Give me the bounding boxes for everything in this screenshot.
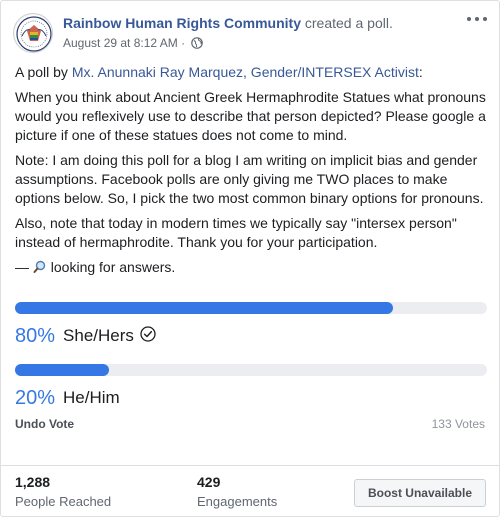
poll-option-he-him[interactable]: 20% He/Him (15, 364, 487, 416)
check-circle-icon (140, 325, 156, 347)
post-meta: August 29 at 8:12 AM · (63, 35, 204, 53)
meta-separator: · (177, 36, 189, 50)
attribution-suffix: : (418, 64, 423, 80)
signature-dash: — (15, 259, 33, 275)
poll-option-row[interactable]: 20% He/Him (15, 380, 487, 416)
poll-options: 80% She/Hers 20% He/Him (15, 302, 487, 416)
author-link[interactable]: Mx. Anunnaki Ray Marquez, Gender/INTERSE… (72, 64, 419, 80)
engagements-stat: 429 Engagements (197, 473, 277, 511)
engagements-label: Engagements (197, 494, 278, 509)
people-reached-stat: 1,288 People Reached (15, 473, 111, 511)
poll-attribution: A poll by Mx. Anunnaki Ray Marquez, Gend… (15, 63, 489, 82)
poll-bar-fill (15, 364, 110, 376)
post-card: Rainbow Human Rights Community created a… (0, 0, 500, 517)
signature-text: looking for answers. (46, 259, 176, 275)
page-seal-logo (15, 15, 52, 52)
post-timestamp[interactable]: August 29 at 8:12 AM (63, 36, 178, 50)
people-reached-label: People Reached (15, 494, 112, 509)
poll-bar-track[interactable] (15, 302, 487, 314)
engagements-value: 429 (197, 474, 221, 490)
signature-line: — looking for answers. (15, 258, 489, 279)
poll-option-percent: 20% (15, 386, 56, 409)
poll-question: When you think about Ancient Greek Herma… (15, 89, 486, 143)
post-header: Rainbow Human Rights Community created a… (13, 11, 487, 55)
vote-count[interactable]: 133 Votes (432, 415, 485, 433)
poll-option-label: She/Hers (63, 326, 134, 345)
poll-bar-track[interactable] (15, 364, 487, 376)
boost-unavailable-button[interactable]: Boost Unavailable (353, 479, 486, 507)
globe-icon[interactable] (191, 37, 204, 53)
poll-option-row[interactable]: 80% She/Hers (15, 318, 487, 354)
insights-divider (1, 465, 499, 466)
poll-option-percent: 80% (15, 324, 56, 347)
poll-footer: Undo Vote 133 Votes (15, 415, 485, 433)
poll-note: Note: I am doing this poll for a blog I … (15, 152, 484, 206)
post-title: Rainbow Human Rights Community created a… (63, 14, 393, 32)
page-avatar[interactable] (13, 13, 53, 53)
more-options-icon[interactable] (465, 9, 489, 29)
poll-bar-fill (15, 302, 393, 314)
undo-vote-button[interactable]: Undo Vote (15, 417, 74, 431)
poll-option-label: He/Him (63, 388, 120, 407)
attribution-prefix: A poll by (15, 64, 72, 80)
magnifying-glass-icon (33, 260, 47, 279)
poll-option-she-hers[interactable]: 80% She/Hers (15, 302, 487, 354)
post-action-text: created a poll. (301, 15, 393, 31)
page-name-link[interactable]: Rainbow Human Rights Community (63, 15, 301, 31)
people-reached-value: 1,288 (15, 474, 51, 490)
post-body: A poll by Mx. Anunnaki Ray Marquez, Gend… (15, 63, 489, 285)
poll-also-note: Also, note that today in modern times we… (15, 215, 457, 250)
